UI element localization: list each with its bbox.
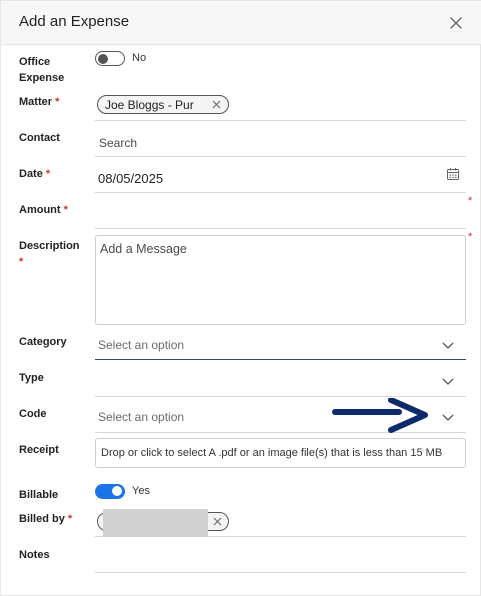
matter-label: Matter * <box>19 96 60 108</box>
date-label: Date * <box>19 168 51 180</box>
office-expense-label: Office Expense <box>19 56 65 84</box>
office-expense-toggle-text: No <box>132 52 147 64</box>
chip-remove-icon[interactable] <box>213 517 222 526</box>
contact-search-input[interactable]: Search <box>95 127 466 157</box>
matter-chip: Joe Bloggs - Pur <box>97 95 229 114</box>
type-label: Type <box>19 372 44 384</box>
amount-input[interactable] <box>95 197 466 229</box>
amount-required-marker: * <box>468 195 473 207</box>
billable-toggle-text: Yes <box>132 485 150 497</box>
description-required-marker: * <box>468 231 473 243</box>
redacted-name <box>103 509 208 537</box>
category-label: Category <box>19 336 67 348</box>
chevron-down-icon <box>442 342 454 349</box>
annotation-arrow <box>332 398 428 433</box>
close-icon[interactable] <box>447 14 465 32</box>
notes-label: Notes <box>19 549 50 561</box>
billable-toggle[interactable] <box>95 484 125 499</box>
category-select[interactable]: Select an option <box>95 329 466 360</box>
amount-label: Amount * <box>19 204 68 216</box>
category-placeholder: Select an option <box>98 338 185 352</box>
billed-by-label: Billed by * <box>19 513 73 525</box>
code-label: Code <box>19 408 47 420</box>
chevron-down-icon <box>442 378 454 385</box>
description-placeholder: Add a Message <box>100 242 187 256</box>
chevron-down-icon <box>442 414 454 421</box>
toggle-knob <box>112 486 122 496</box>
description-textarea[interactable]: Add a Message <box>95 235 466 325</box>
receipt-label: Receipt <box>19 444 59 456</box>
billable-label: Billable <box>19 489 59 501</box>
receipt-dropzone-text: Drop or click to select A .pdf or an ima… <box>101 447 443 459</box>
office-expense-toggle[interactable] <box>95 51 125 66</box>
contact-placeholder: Search <box>99 136 138 150</box>
matter-chip-text: Joe Bloggs - Pur <box>105 98 194 112</box>
date-input[interactable]: 08/05/2025 <box>95 161 466 193</box>
matter-field[interactable]: Joe Bloggs - Pur <box>95 91 466 121</box>
receipt-dropzone[interactable]: Drop or click to select A .pdf or an ima… <box>95 438 466 468</box>
chip-remove-icon[interactable] <box>212 100 221 109</box>
date-value: 08/05/2025 <box>98 171 164 186</box>
description-label: Description * <box>19 240 80 268</box>
code-placeholder: Select an option <box>98 410 185 424</box>
calendar-icon[interactable] <box>446 167 460 181</box>
contact-label: Contact <box>19 132 60 144</box>
toggle-knob <box>98 53 108 64</box>
type-select[interactable] <box>95 365 466 397</box>
add-expense-dialog: Add an Expense Office Expense No Matter … <box>0 0 481 596</box>
dialog-title: Add an Expense <box>19 13 130 30</box>
notes-input[interactable] <box>95 541 466 573</box>
dialog-header: Add an Expense <box>1 1 481 45</box>
